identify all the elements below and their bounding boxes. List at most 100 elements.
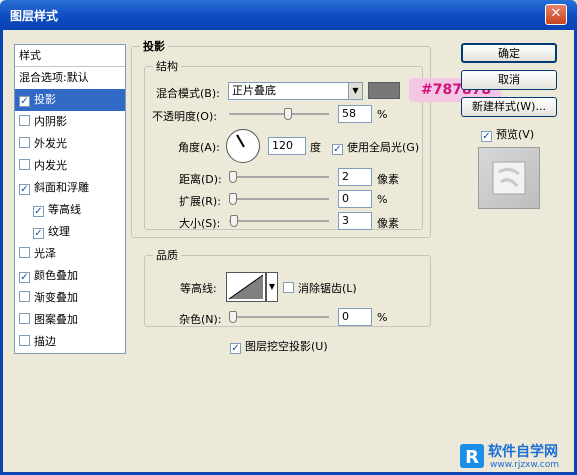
svg-text:R: R (465, 447, 479, 468)
ok-button[interactable]: 确定 (461, 43, 557, 63)
contour-picker[interactable] (226, 272, 266, 302)
watermark-logo-icon: R (460, 444, 484, 468)
watermark-url: www.rjzxw.com (490, 460, 559, 470)
distance-slider-thumb[interactable] (229, 171, 237, 183)
blend-mode-label: 混合模式(B): (156, 87, 220, 100)
checkbox-icon[interactable] (19, 137, 30, 148)
preview-checkbox[interactable]: ✓ 预览(V) (481, 126, 534, 142)
spread-slider-thumb[interactable] (229, 193, 237, 205)
style-list-item[interactable]: 渐变叠加 (15, 287, 125, 309)
style-list-item[interactable]: ✓ 等高线 (15, 199, 125, 221)
chevron-down-icon: ▼ (348, 83, 362, 99)
checkbox-icon[interactable] (19, 247, 30, 258)
opacity-slider[interactable] (229, 108, 329, 120)
checkbox-icon[interactable]: ✓ (19, 272, 30, 283)
checkbox-icon[interactable]: ✓ (19, 184, 30, 195)
checkbox-icon[interactable] (19, 115, 30, 126)
style-list: 样式 混合选项:默认 ✓ 投影 内阴影 外发光 内发光 ✓ 斜面和浮雕 ✓ 等高线 ✓ 纹理 光泽 ✓ 颜… (14, 44, 126, 354)
checkbox-icon[interactable] (19, 313, 30, 324)
watermark: R 软件自学网 www.rjzxw.com (458, 440, 574, 472)
angle-label: 角度(A): (178, 141, 220, 154)
spread-slider[interactable] (229, 193, 329, 205)
cancel-button[interactable]: 取消 (461, 70, 557, 90)
size-label: 大小(S): (179, 217, 221, 230)
angle-dial[interactable] (226, 129, 260, 163)
style-list-item-label: 投影 (34, 93, 56, 106)
blend-mode-select[interactable]: 正片叠底 ▼ (228, 82, 363, 100)
opacity-slider-thumb[interactable] (284, 108, 292, 120)
size-input[interactable]: 3 (338, 212, 372, 230)
style-list-item-label: 描边 (34, 335, 56, 348)
anti-alias-checkbox[interactable]: 消除锯齿(L) (283, 280, 357, 296)
style-list-item[interactable]: ✓ 投影 (15, 89, 125, 111)
blend-options-item[interactable]: 混合选项:默认 (15, 67, 125, 89)
distance-slider[interactable] (229, 171, 329, 183)
global-light-check-icon: ✓ (332, 144, 343, 155)
size-slider[interactable] (229, 215, 329, 227)
global-light-checkbox[interactable]: ✓ 使用全局光(G) (332, 139, 419, 155)
style-list-item-label: 内发光 (34, 159, 67, 172)
shadow-color-swatch[interactable] (368, 82, 400, 99)
window-title: 图层样式 (10, 9, 59, 23)
checkbox-icon[interactable] (19, 159, 30, 170)
anti-alias-check-icon (283, 282, 294, 293)
opacity-input[interactable]: 58 (338, 105, 372, 123)
style-list-item[interactable]: 描边 (15, 331, 125, 353)
checkbox-icon[interactable]: ✓ (33, 228, 44, 239)
style-list-item-label: 内阴影 (34, 115, 67, 128)
noise-label: 杂色(N): (179, 313, 222, 326)
angle-unit: 度 (310, 141, 321, 154)
checkbox-icon[interactable] (19, 291, 30, 302)
style-list-item[interactable]: 外发光 (15, 133, 125, 155)
new-style-button[interactable]: 新建样式(W)... (461, 97, 557, 117)
watermark-text: 软件自学网 (488, 444, 558, 460)
size-unit: 像素 (377, 217, 399, 230)
style-list-item[interactable]: ✓ 纹理 (15, 221, 125, 243)
contour-label: 等高线: (180, 282, 217, 295)
noise-slider-thumb[interactable] (229, 311, 237, 323)
style-list-item[interactable]: 光泽 (15, 243, 125, 265)
distance-input[interactable]: 2 (338, 168, 372, 186)
quality-title: 品质 (153, 247, 181, 263)
style-list-item[interactable]: 图案叠加 (15, 309, 125, 331)
style-list-item[interactable]: 内阴影 (15, 111, 125, 133)
preview-label: 预览(V) (496, 128, 535, 141)
knockout-label: 图层挖空投影(U) (245, 340, 328, 353)
structure-title: 结构 (153, 58, 181, 74)
contour-dropdown-icon[interactable]: ▼ (266, 272, 278, 302)
checkbox-icon[interactable]: ✓ (33, 206, 44, 217)
preview-thumbnail-icon (492, 161, 526, 195)
style-list-item-label: 等高线 (48, 203, 81, 216)
anti-alias-label: 消除锯齿(L) (298, 282, 357, 295)
drop-shadow-title: 投影 (140, 38, 168, 54)
distance-unit: 像素 (377, 173, 399, 186)
style-list-item[interactable]: ✓ 斜面和浮雕 (15, 177, 125, 199)
angle-input[interactable]: 120 (268, 137, 306, 155)
spread-unit: % (377, 193, 388, 206)
style-list-item-label: 渐变叠加 (34, 291, 78, 304)
distance-label: 距离(D): (179, 173, 222, 186)
style-preview (478, 147, 540, 209)
global-light-label: 使用全局光(G) (347, 141, 420, 154)
close-button[interactable]: ✕ (545, 4, 567, 25)
contour-preview-icon (228, 274, 264, 300)
opacity-label: 不透明度(O): (152, 110, 217, 123)
spread-label: 扩展(R): (179, 195, 221, 208)
title-bar: 图层样式 ✕ (0, 0, 577, 30)
knockout-checkbox[interactable]: ✓ 图层挖空投影(U) (230, 338, 328, 354)
knockout-check-icon: ✓ (230, 343, 241, 354)
style-list-item[interactable]: 内发光 (15, 155, 125, 177)
spread-input[interactable]: 0 (338, 190, 372, 208)
style-list-item-label: 光泽 (34, 247, 56, 260)
blend-mode-value: 正片叠底 (232, 84, 276, 97)
style-list-item-label: 颜色叠加 (34, 269, 78, 282)
style-list-item[interactable]: ✓ 颜色叠加 (15, 265, 125, 287)
style-list-item-label: 纹理 (48, 225, 70, 238)
checkbox-icon[interactable] (19, 335, 30, 346)
noise-slider[interactable] (229, 311, 329, 323)
noise-input[interactable]: 0 (338, 308, 372, 326)
size-slider-thumb[interactable] (230, 215, 238, 227)
style-list-header: 样式 (15, 45, 125, 67)
checkbox-icon[interactable]: ✓ (19, 96, 30, 107)
style-list-item-label: 外发光 (34, 137, 67, 150)
